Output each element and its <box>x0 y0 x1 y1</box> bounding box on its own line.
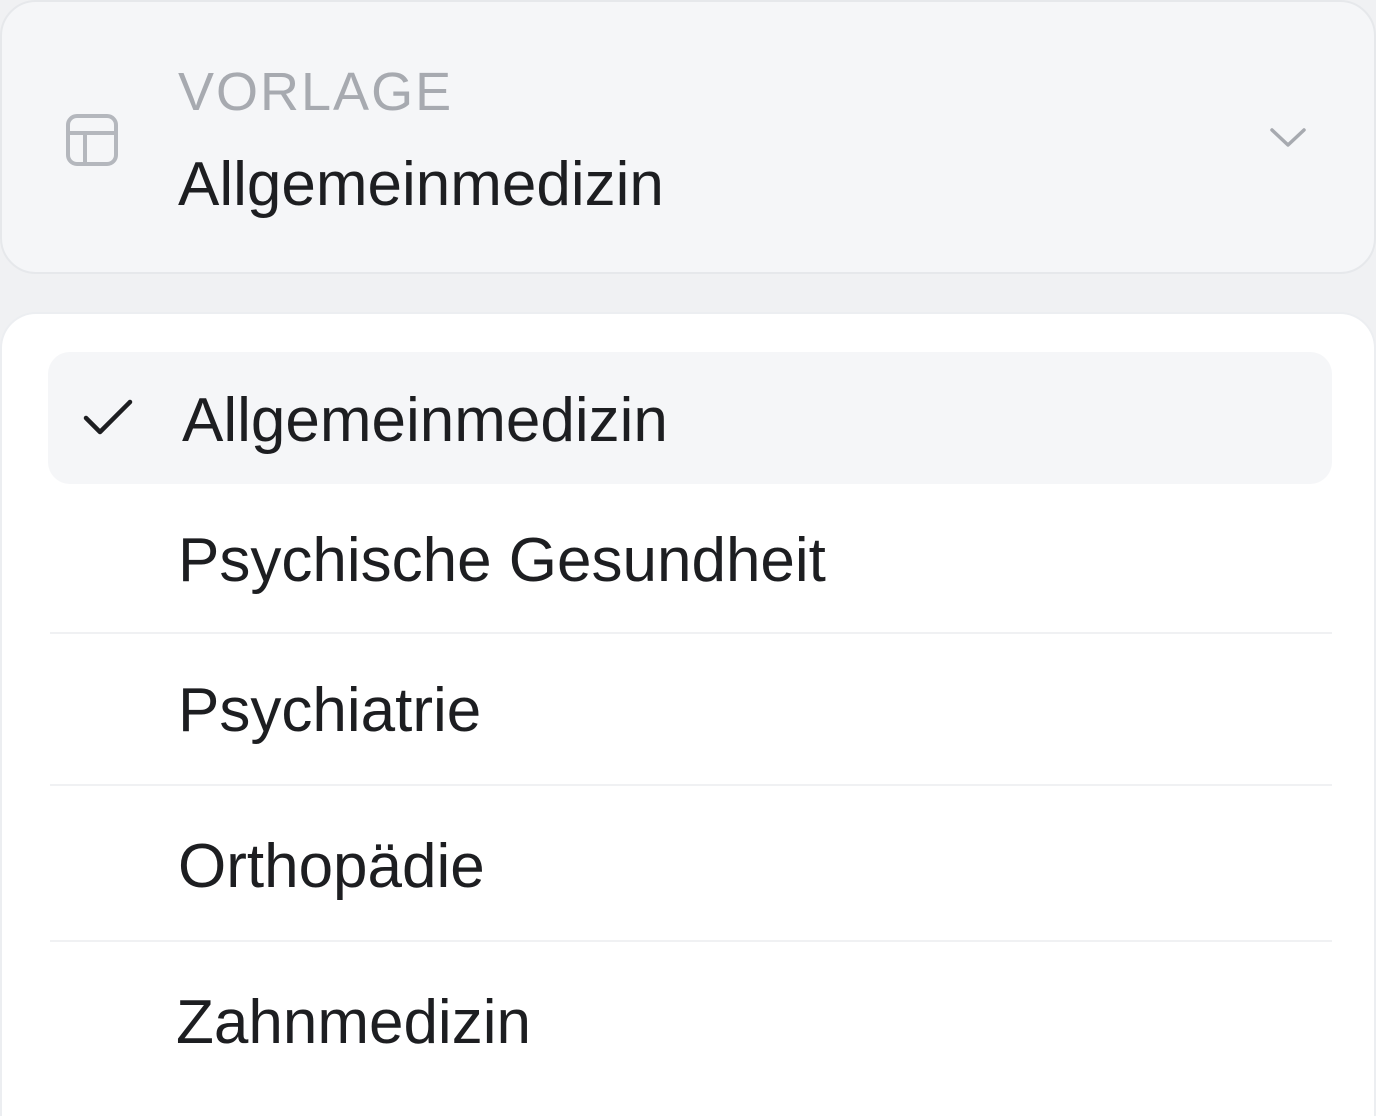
template-options-menu: Allgemeinmedizin Psychische Gesundheit P… <box>0 312 1376 1116</box>
option-psychische-gesundheit[interactable]: Psychische Gesundheit <box>48 492 1332 632</box>
option-allgemeinmedizin[interactable]: Allgemeinmedizin <box>48 352 1332 484</box>
check-icon <box>83 399 133 435</box>
template-select-page: VORLAGE Allgemeinmedizin Allgemeinmedizi… <box>0 0 1376 1116</box>
option-label: Psychische Gesundheit <box>178 526 826 595</box>
option-divider <box>50 784 1332 786</box>
template-select-label: VORLAGE <box>178 62 454 122</box>
option-divider <box>50 940 1332 942</box>
option-label: Zahnmedizin <box>176 988 531 1057</box>
option-orthopaedie[interactable]: Orthopädie <box>48 788 1332 940</box>
option-label: Allgemeinmedizin <box>182 386 668 455</box>
template-select-value: Allgemeinmedizin <box>178 150 664 219</box>
option-label: Psychiatrie <box>178 676 482 745</box>
option-divider <box>50 632 1332 634</box>
option-psychiatrie[interactable]: Psychiatrie <box>48 636 1332 784</box>
chevron-down-icon[interactable] <box>1266 120 1310 156</box>
option-zahnmedizin[interactable]: Zahnmedizin <box>48 944 1332 1104</box>
template-select-trigger[interactable]: VORLAGE Allgemeinmedizin <box>0 0 1376 274</box>
option-label: Orthopädie <box>178 832 485 901</box>
template-layout-icon <box>66 114 118 166</box>
